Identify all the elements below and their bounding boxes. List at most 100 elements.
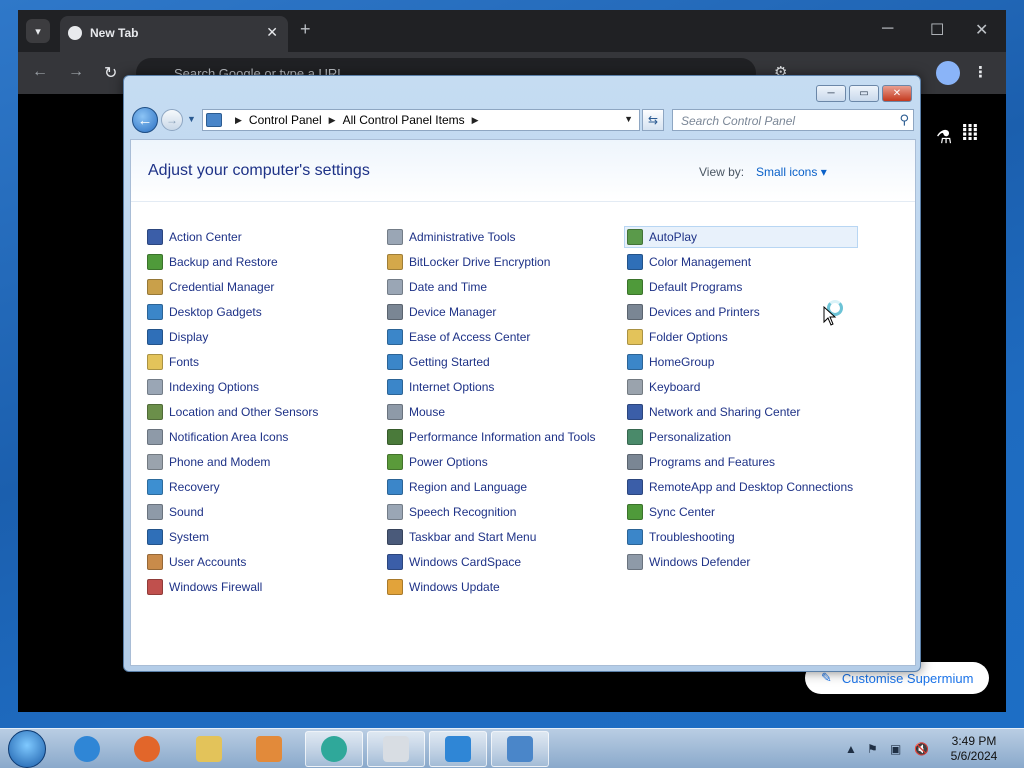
item-homegroup[interactable]: HomeGroup bbox=[627, 351, 714, 373]
item-region-and-language[interactable]: Region and Language bbox=[387, 476, 527, 498]
taskbar-control-panel[interactable] bbox=[491, 731, 549, 767]
item-recovery[interactable]: Recovery bbox=[147, 476, 220, 498]
item-color-management[interactable]: Color Management bbox=[627, 251, 751, 273]
item-credential-manager[interactable]: Credential Manager bbox=[147, 276, 274, 298]
item-windows-defender[interactable]: Windows Defender bbox=[627, 551, 750, 573]
item-windows-update[interactable]: Windows Update bbox=[387, 576, 500, 598]
item-windows-firewall[interactable]: Windows Firewall bbox=[147, 576, 262, 598]
item-sound[interactable]: Sound bbox=[147, 501, 204, 523]
item-ease-of-access-center[interactable]: Ease of Access Center bbox=[387, 326, 530, 348]
google-apps-icon[interactable]: ⁞⁞⁞ bbox=[961, 120, 979, 146]
taskbar-roblox-studio[interactable] bbox=[429, 731, 487, 767]
item-location-and-other-sensors[interactable]: Location and Other Sensors bbox=[147, 401, 318, 423]
item-getting-started[interactable]: Getting Started bbox=[387, 351, 490, 373]
item-action-center[interactable]: Action Center bbox=[147, 226, 242, 248]
item-keyboard[interactable]: Keyboard bbox=[627, 376, 700, 398]
close-button[interactable]: ✕ bbox=[882, 85, 912, 102]
network-icon[interactable]: ▣ bbox=[890, 742, 901, 756]
chevron-right-icon[interactable]: ▶ bbox=[472, 115, 479, 126]
browser-close-button[interactable]: ✕ bbox=[975, 20, 988, 40]
forward-button[interactable]: → bbox=[161, 109, 183, 131]
item-remoteapp-and-desktop-connections[interactable]: RemoteApp and Desktop Connections bbox=[627, 476, 853, 498]
tab-title: New Tab bbox=[90, 26, 139, 40]
item-phone-and-modem[interactable]: Phone and Modem bbox=[147, 451, 270, 473]
device-manager-icon bbox=[387, 304, 403, 320]
item-network-and-sharing-center[interactable]: Network and Sharing Center bbox=[627, 401, 800, 423]
item-user-accounts[interactable]: User Accounts bbox=[147, 551, 246, 573]
chevron-right-icon[interactable]: ▶ bbox=[235, 115, 242, 126]
recent-pages-dropdown-icon[interactable]: ▼ bbox=[187, 114, 196, 124]
volume-muted-icon[interactable]: 🔇 bbox=[914, 742, 929, 756]
item-default-programs[interactable]: Default Programs bbox=[627, 276, 742, 298]
item-folder-options[interactable]: Folder Options bbox=[627, 326, 728, 348]
taskbar-file-explorer[interactable] bbox=[180, 731, 238, 767]
breadcrumb-control-panel[interactable]: Control Panel bbox=[249, 113, 322, 127]
item-label: Color Management bbox=[649, 255, 752, 269]
item-devices-and-printers[interactable]: Devices and Printers bbox=[627, 301, 760, 323]
item-autoplay[interactable]: AutoPlay bbox=[624, 226, 858, 248]
browser-menu-icon[interactable]: ⋮ bbox=[973, 63, 988, 81]
windows-defender-icon bbox=[627, 554, 643, 570]
taskbar-firefox[interactable] bbox=[118, 731, 176, 767]
item-notification-area-icons[interactable]: Notification Area Icons bbox=[147, 426, 288, 448]
item-sync-center[interactable]: Sync Center bbox=[627, 501, 715, 523]
breadcrumb-all-items[interactable]: All Control Panel Items bbox=[343, 113, 465, 127]
item-label: HomeGroup bbox=[649, 355, 715, 369]
taskbar-blank-app[interactable] bbox=[367, 731, 425, 767]
item-indexing-options[interactable]: Indexing Options bbox=[147, 376, 259, 398]
view-by-dropdown[interactable]: Small icons ▾ bbox=[756, 165, 827, 179]
item-backup-and-restore[interactable]: Backup and Restore bbox=[147, 251, 278, 273]
chevron-right-icon[interactable]: ▶ bbox=[329, 115, 336, 126]
address-dropdown-icon[interactable]: ▼ bbox=[624, 114, 633, 124]
display-icon bbox=[147, 329, 163, 345]
browser-maximize-button[interactable]: ☐ bbox=[930, 20, 944, 40]
item-personalization[interactable]: Personalization bbox=[627, 426, 731, 448]
browser-back-icon[interactable]: ← bbox=[32, 63, 48, 81]
address-bar[interactable]: ▶ Control Panel ▶ All Control Panel Item… bbox=[202, 109, 640, 131]
item-mouse[interactable]: Mouse bbox=[387, 401, 445, 423]
item-label: Action Center bbox=[169, 230, 242, 244]
item-internet-options[interactable]: Internet Options bbox=[387, 376, 494, 398]
item-system[interactable]: System bbox=[147, 526, 209, 548]
item-label: Keyboard bbox=[649, 380, 701, 394]
maximize-button[interactable]: ▭ bbox=[849, 85, 879, 102]
minimize-button[interactable]: ─ bbox=[816, 85, 846, 102]
item-windows-cardspace[interactable]: Windows CardSpace bbox=[387, 551, 521, 573]
browser-tab[interactable]: New Tab ✕ bbox=[60, 16, 288, 52]
profile-avatar-icon[interactable] bbox=[936, 61, 960, 85]
item-desktop-gadgets[interactable]: Desktop Gadgets bbox=[147, 301, 262, 323]
supermium-icon bbox=[321, 736, 347, 762]
taskbar-media-player[interactable] bbox=[240, 731, 298, 767]
search-icon[interactable]: ⚲ bbox=[899, 112, 909, 128]
item-label: Programs and Features bbox=[649, 455, 776, 469]
item-taskbar-and-start-menu[interactable]: Taskbar and Start Menu bbox=[387, 526, 536, 548]
show-hidden-icons-icon[interactable]: ▲ bbox=[845, 742, 857, 756]
item-troubleshooting[interactable]: Troubleshooting bbox=[627, 526, 735, 548]
start-button[interactable] bbox=[8, 730, 46, 768]
browser-minimize-button[interactable]: ─ bbox=[882, 20, 893, 38]
action-center-flag-icon[interactable]: ⚑ bbox=[867, 742, 878, 756]
item-display[interactable]: Display bbox=[147, 326, 208, 348]
taskbar-supermium[interactable] bbox=[305, 731, 363, 767]
browser-reload-icon[interactable]: ↻ bbox=[104, 63, 117, 83]
windows-firewall-icon bbox=[147, 579, 163, 595]
search-input[interactable]: Search Control Panel ⚲ bbox=[672, 109, 914, 131]
item-performance-information-and-tools[interactable]: Performance Information and Tools bbox=[387, 426, 596, 448]
labs-flask-icon[interactable]: ⚗ bbox=[936, 127, 952, 148]
refresh-button[interactable]: ⇆ bbox=[642, 109, 664, 131]
taskbar-internet-explorer[interactable] bbox=[58, 731, 116, 767]
item-fonts[interactable]: Fonts bbox=[147, 351, 199, 373]
back-button[interactable]: ← bbox=[132, 107, 158, 133]
item-device-manager[interactable]: Device Manager bbox=[387, 301, 496, 323]
item-power-options[interactable]: Power Options bbox=[387, 451, 488, 473]
item-date-and-time[interactable]: Date and Time bbox=[387, 276, 487, 298]
item-programs-and-features[interactable]: Programs and Features bbox=[627, 451, 775, 473]
tab-close-icon[interactable]: ✕ bbox=[266, 24, 278, 41]
item-bitlocker-drive-encryption[interactable]: BitLocker Drive Encryption bbox=[387, 251, 550, 273]
new-tab-button[interactable]: + bbox=[300, 19, 311, 40]
tab-search-button[interactable]: ▾ bbox=[26, 19, 50, 43]
item-administrative-tools[interactable]: Administrative Tools bbox=[387, 226, 516, 248]
item-speech-recognition[interactable]: Speech Recognition bbox=[387, 501, 516, 523]
clock[interactable]: 3:49 PM 5/6/2024 bbox=[944, 734, 1004, 764]
browser-forward-icon[interactable]: → bbox=[68, 63, 84, 81]
